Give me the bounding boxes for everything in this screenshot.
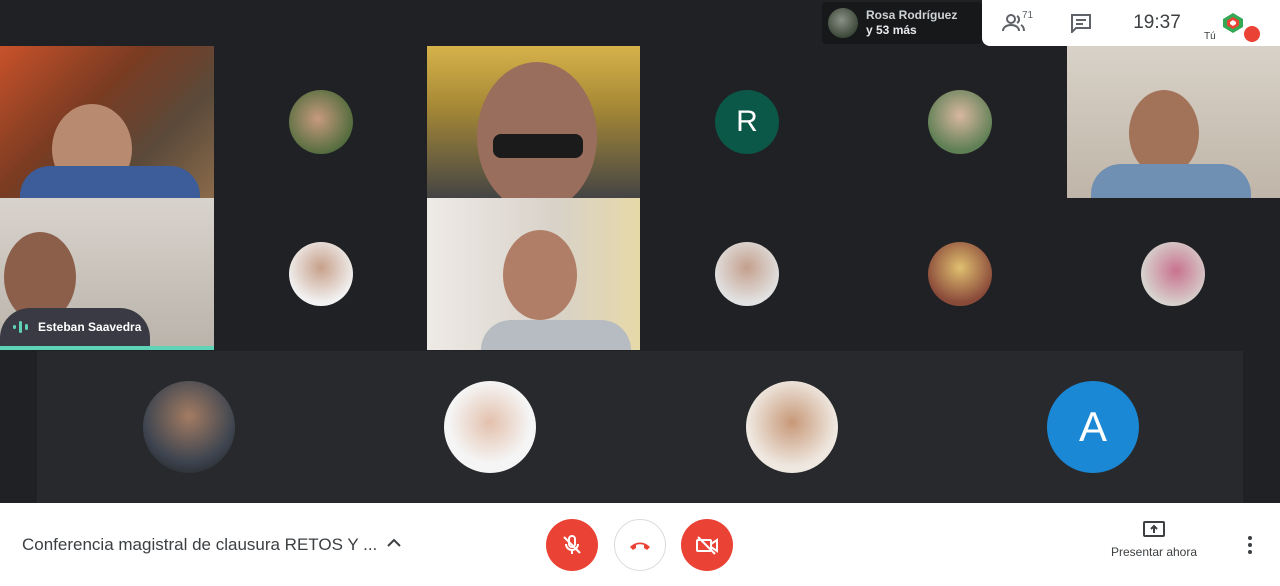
participant-cell-2[interactable]: [214, 46, 427, 198]
video-tile-6[interactable]: [1067, 46, 1280, 198]
participant-avatar: [715, 242, 779, 306]
participant-avatar: [1141, 242, 1205, 306]
glasses: [493, 134, 583, 158]
camera-toggle-button[interactable]: [681, 519, 733, 571]
chat-icon: [1071, 14, 1091, 33]
person-shirt: [20, 166, 200, 198]
participant-avatar: [289, 242, 353, 306]
speaking-indicator-bar: [0, 346, 214, 350]
self-view[interactable]: Tú: [1198, 0, 1268, 46]
meet-logo-icon: [1223, 13, 1243, 33]
participant-cell-5[interactable]: [853, 46, 1067, 198]
participant-avatar-13[interactable]: [143, 381, 235, 473]
participants-count: 71: [1022, 10, 1034, 21]
participant-avatar-14[interactable]: [444, 381, 536, 473]
presenter-name: Rosa Rodríguez: [866, 8, 958, 22]
presenter-chip[interactable]: Rosa Rodríguez y 53 más: [822, 2, 982, 44]
video-tile-1[interactable]: [0, 46, 214, 198]
participant-cell-8[interactable]: [214, 198, 427, 350]
self-label: Tú: [1204, 31, 1216, 42]
present-now-button[interactable]: Presentar ahora: [1100, 521, 1208, 559]
speaker-name: Esteban Saavedra: [38, 320, 142, 334]
mic-toggle-button[interactable]: [546, 519, 598, 571]
participant-avatar: [928, 242, 992, 306]
meet-window: Rosa Rodríguez y 53 más 71 19:37 Tú R Es…: [0, 0, 1280, 586]
participant-avatar-15[interactable]: [746, 381, 838, 473]
bottom-row: A: [37, 351, 1243, 503]
hangup-icon: [630, 542, 650, 550]
participant-cell-11[interactable]: [853, 198, 1067, 350]
video-tile-9[interactable]: [427, 198, 640, 350]
more-vert-icon[interactable]: [1240, 533, 1260, 557]
presenter-avatar: [828, 8, 858, 38]
camera-off-icon: [696, 536, 718, 555]
person-face: [503, 230, 577, 320]
participant-avatar: [289, 90, 353, 154]
participant-cell-12[interactable]: [1067, 198, 1280, 350]
leave-call-button[interactable]: [614, 519, 666, 571]
audio-wave-icon: [13, 321, 28, 333]
present-screen-icon: [1143, 521, 1165, 537]
self-mic-off-badge: [1244, 26, 1260, 42]
participants-button[interactable]: 71: [982, 0, 1046, 46]
video-tile-speaker[interactable]: Esteban Saavedra: [0, 198, 214, 350]
top-right-panel: 71 19:37 Tú: [982, 0, 1280, 46]
chat-button[interactable]: [1046, 0, 1116, 46]
mic-off-icon: [563, 535, 581, 554]
participant-cell-10[interactable]: [640, 198, 853, 350]
person-shirt: [1091, 164, 1251, 198]
present-now-label: Presentar ahora: [1110, 545, 1198, 559]
avatar-initial-r: R: [715, 90, 779, 154]
person-face: [477, 62, 597, 198]
meeting-title[interactable]: Conferencia magistral de clausura RETOS …: [22, 535, 377, 555]
avatar-initial-a[interactable]: A: [1047, 381, 1139, 473]
presenter-more: y 53 más: [866, 23, 917, 37]
clock: 19:37: [1133, 12, 1181, 33]
video-tile-3[interactable]: [427, 46, 640, 198]
bottom-bar: Conferencia magistral de clausura RETOS …: [0, 503, 1280, 586]
person-shirt: [481, 320, 631, 350]
participant-avatar: [928, 90, 992, 154]
speaker-label: Esteban Saavedra: [12, 320, 141, 334]
chevron-up-icon[interactable]: [384, 533, 404, 553]
participant-cell-4[interactable]: R: [640, 46, 853, 198]
